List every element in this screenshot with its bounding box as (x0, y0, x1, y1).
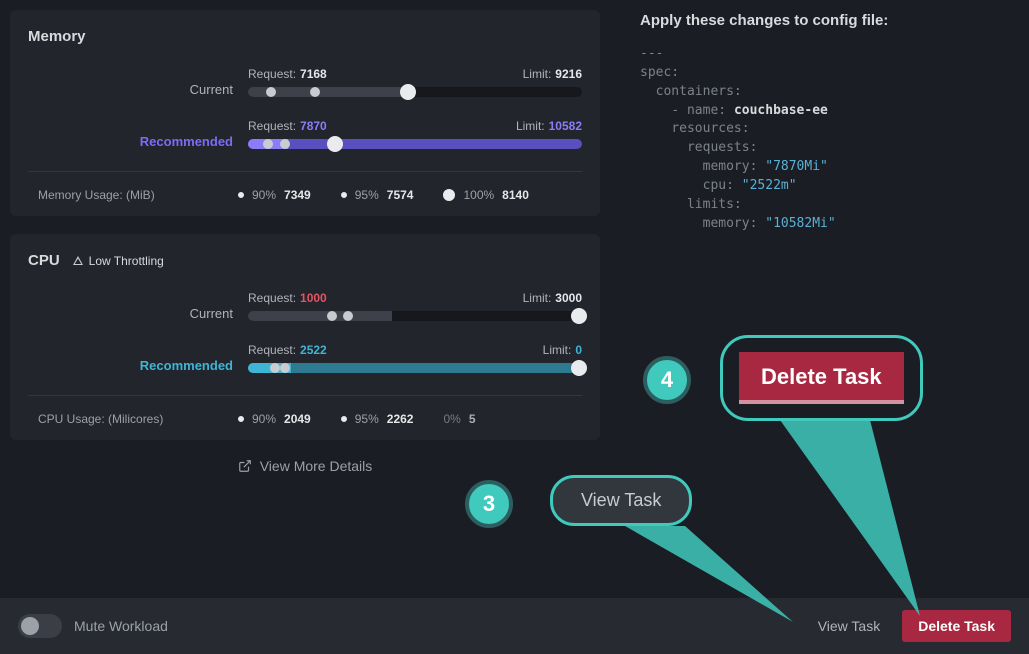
current-label: Current (28, 82, 248, 97)
config-title: Apply these changes to config file: (640, 12, 1009, 29)
memory-rec-slider[interactable] (248, 139, 582, 149)
recommended-label: Recommended (28, 134, 248, 149)
memory-current-row: Current Request: 7168 Limit:9216 (28, 67, 582, 97)
memory-p95: 95%7574 (341, 188, 414, 202)
limit-label: Limit: (523, 291, 552, 305)
cpu-p90: 90%2049 (238, 412, 311, 426)
callout-3-view-task: View Task (550, 475, 692, 526)
memory-card: Memory Current Request:7168 Limit:9216 (10, 10, 600, 216)
memory-rec-request: 7870 (300, 119, 327, 133)
limit-label: Limit: (543, 343, 572, 357)
memory-rec-limit: 10582 (549, 119, 582, 133)
limit-label: Limit: (523, 67, 552, 81)
view-more-details-link[interactable]: View More Details (10, 458, 600, 474)
cpu-usage-label: CPU Usage: (Milicores) (38, 412, 208, 426)
request-label: Request: (248, 67, 296, 81)
cpu-card: CPU Low Throttling Current Request: 1000 … (10, 234, 600, 440)
memory-usage-label: Memory Usage: (MiB) (38, 188, 208, 202)
warning-icon (72, 255, 84, 267)
delete-task-button[interactable]: Delete Task (902, 610, 1011, 642)
footer-bar: Mute Workload View Task Delete Task (0, 598, 1029, 654)
cpu-rec-slider[interactable] (248, 363, 582, 373)
recommended-label: Recommended (28, 358, 248, 373)
cpu-p100-partial: 0%5 (443, 412, 475, 426)
view-task-button[interactable]: View Task (818, 618, 881, 634)
mute-workload-toggle[interactable] (18, 614, 62, 638)
memory-title: Memory (28, 28, 582, 45)
cpu-title-text: CPU (28, 252, 60, 269)
memory-p90: 90%7349 (238, 188, 311, 202)
cpu-throttling-badge: Low Throttling (72, 254, 164, 268)
limit-label: Limit: (516, 119, 545, 133)
memory-current-request: 7168 (300, 67, 327, 81)
external-link-icon (238, 459, 252, 473)
cpu-rec-request: 2522 (300, 343, 327, 357)
cpu-rec-limit: 0 (575, 343, 582, 357)
config-yaml: --- spec: containers: - name: couchbase-… (640, 45, 1009, 233)
request-label: Request: (248, 119, 296, 133)
memory-current-slider[interactable] (248, 87, 582, 97)
request-label: Request: (248, 291, 296, 305)
resource-panel: Memory Current Request:7168 Limit:9216 (0, 0, 620, 654)
cpu-usage-row: CPU Usage: (Milicores) 90%2049 95%2262 0… (28, 395, 582, 426)
callout-3-number: 3 (465, 480, 513, 528)
mute-workload-label: Mute Workload (74, 618, 168, 634)
callout-4-number: 4 (643, 356, 691, 404)
config-panel: Apply these changes to config file: --- … (620, 0, 1029, 654)
memory-current-limit: 9216 (555, 67, 582, 81)
cpu-current-request: 1000 (300, 291, 327, 305)
memory-recommended-row: Recommended Request: 7870 Limit: 10582 (28, 119, 582, 149)
request-label: Request: (248, 343, 296, 357)
cpu-current-limit: 3000 (555, 291, 582, 305)
cpu-recommended-row: Recommended Request: 2522 Limit:0 (28, 343, 582, 373)
memory-p100: 100%8140 (443, 188, 528, 202)
cpu-current-row: Current Request: 1000 Limit:3000 (28, 291, 582, 321)
memory-usage-row: Memory Usage: (MiB) 90%7349 95%7574 100%… (28, 171, 582, 202)
callout-4-delete-task: Delete Task (720, 335, 923, 421)
cpu-p95: 95%2262 (341, 412, 414, 426)
cpu-current-slider[interactable] (248, 311, 582, 321)
cpu-title: CPU Low Throttling (28, 252, 582, 269)
current-label: Current (28, 306, 248, 321)
